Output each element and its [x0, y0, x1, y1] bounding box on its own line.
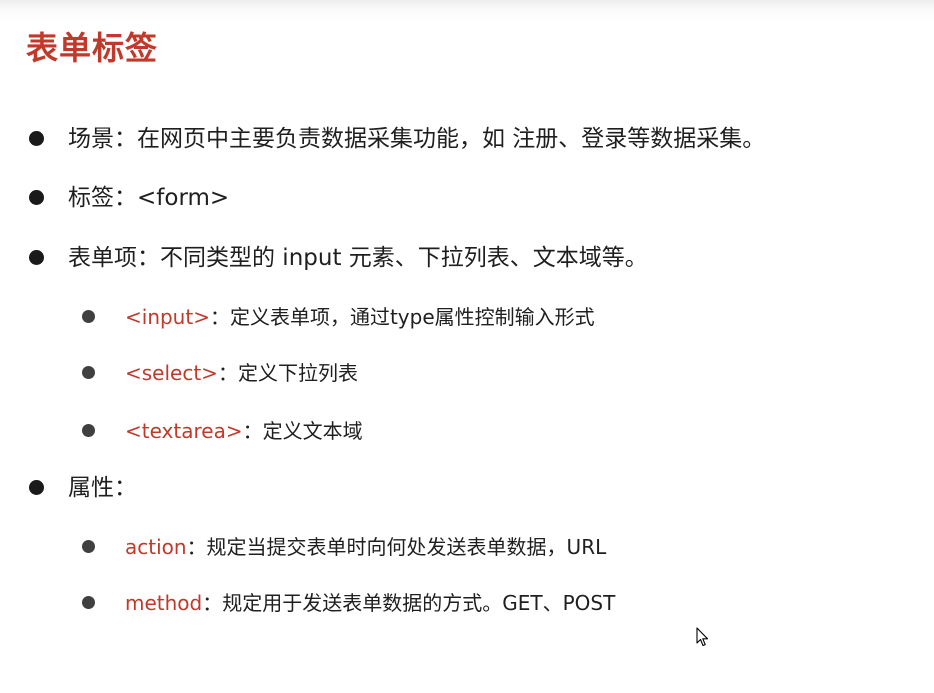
slide: 表单标签 场景：在网页中主要负责数据采集功能，如 注册、登录等数据采集。 标签：…	[0, 0, 934, 693]
tag-name: <select>	[125, 361, 218, 385]
bullet-form-items: 表单项：不同类型的 input 元素、下拉列表、文本域等。	[68, 245, 648, 271]
sub-bullet-dot	[82, 366, 95, 379]
bullet-dot	[29, 190, 44, 205]
sub-item-textarea: <textarea>：定义文本域	[125, 415, 363, 447]
attr-item-method: method：规定用于发送表单数据的方式。GET、POST	[125, 587, 615, 619]
attr-name: action	[125, 535, 187, 559]
sub-bullet-dot	[82, 596, 95, 609]
bullet-dot	[29, 250, 44, 265]
tag-desc: ：定义下拉列表	[217, 361, 358, 385]
sub-bullet-dot	[82, 540, 95, 553]
attr-desc: ：规定当提交表单时向何处发送表单数据，URL	[186, 535, 607, 559]
sub-item-select: <select>：定义下拉列表	[125, 357, 358, 389]
sub-bullet-dot	[82, 424, 95, 437]
sub-item-input: <input>：定义表单项，通过type属性控制输入形式	[125, 301, 595, 333]
page-title: 表单标签	[26, 29, 159, 67]
bullet-dot	[29, 480, 44, 495]
tag-name: <input>	[125, 305, 210, 329]
tag-desc: ：定义表单项，通过type属性控制输入形式	[209, 305, 595, 329]
tag-name: <textarea>	[125, 419, 243, 443]
bullet-dot	[29, 131, 44, 146]
attr-desc: ：规定用于发送表单数据的方式。GET、POST	[202, 591, 616, 615]
attr-item-action: action：规定当提交表单时向何处发送表单数据，URL	[125, 531, 606, 563]
bullet-tag: 标签：<form>	[68, 185, 230, 211]
mouse-cursor-icon	[696, 627, 709, 647]
tag-desc: ：定义文本域	[242, 419, 363, 443]
bullet-attributes: 属性：	[68, 475, 137, 501]
attr-name: method	[125, 591, 203, 615]
sub-bullet-dot	[82, 310, 95, 323]
bullet-scene: 场景：在网页中主要负责数据采集功能，如 注册、登录等数据采集。	[68, 126, 766, 152]
